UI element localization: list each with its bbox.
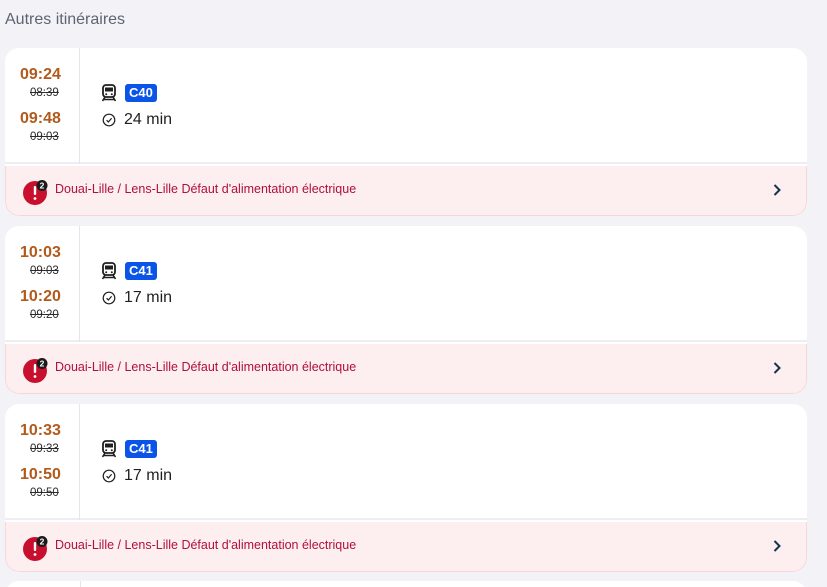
clock-icon	[102, 291, 116, 305]
itinerary-summary[interactable]: 10:03 09:03 10:20 09:20 C41 17 min	[5, 226, 807, 342]
duration-text: 24 min	[124, 111, 173, 128]
departure-actual-time: 10:03	[20, 244, 61, 261]
arrival-planned-time: 09:03	[30, 131, 59, 143]
arrival-planned-time: 09:50	[30, 487, 59, 499]
itinerary-summary[interactable]: 09:24 08:39 09:48 09:03 C40 24 min	[5, 48, 807, 164]
line-row: C40	[101, 84, 157, 102]
itinerary-card[interactable]: 09:24 08:39 09:48 09:03 C40 24 min 2 Dou…	[5, 48, 807, 216]
times-column-divider	[80, 581, 81, 587]
itinerary-summary[interactable]: 10:33 09:33 10:50 09:50 C41 17 min	[5, 404, 807, 520]
itinerary-card[interactable]: 10:33 09:33 10:50 09:50 C41 17 min 2 Dou…	[5, 404, 807, 572]
duration-text: 17 min	[124, 467, 173, 484]
arrival-actual-time: 09:48	[20, 110, 61, 127]
section-title: Autres itinéraires	[5, 11, 126, 28]
line-badge: C41	[125, 262, 157, 280]
duration-row: 17 min	[102, 467, 172, 485]
arrival-actual-time: 10:20	[20, 288, 61, 305]
alert-count: 2	[40, 181, 45, 191]
times-column: 09:24 08:39 09:48 09:03	[5, 48, 80, 164]
disruption-alert[interactable]: 2 Douai-Lille / Lens-Lille Défaut d'alim…	[5, 344, 807, 394]
line-row: C41	[101, 440, 157, 458]
times-column: 10:33 09:33 10:50 09:50	[5, 404, 80, 520]
departure-actual-time: 09:24	[20, 66, 61, 83]
train-icon	[101, 440, 117, 458]
departure-actual-time: 10:33	[20, 422, 61, 439]
duration-row: 17 min	[102, 289, 172, 307]
line-badge: C41	[125, 440, 157, 458]
alert-icon: 2	[23, 180, 48, 205]
alert-count: 2	[40, 359, 45, 369]
itinerary-card-partial[interactable]	[5, 581, 807, 587]
departure-planned-time: 08:39	[30, 87, 59, 99]
line-badge: C40	[125, 84, 157, 102]
arrival-actual-time: 10:50	[20, 466, 61, 483]
alert-text: Douai-Lille / Lens-Lille Défaut d'alimen…	[55, 182, 357, 196]
clock-icon	[102, 469, 116, 483]
duration-text: 17 min	[124, 289, 173, 306]
alert-count: 2	[40, 537, 45, 547]
train-icon	[101, 262, 117, 280]
departure-planned-time: 09:03	[30, 265, 59, 277]
train-icon	[101, 84, 117, 102]
disruption-alert[interactable]: 2 Douai-Lille / Lens-Lille Défaut d'alim…	[5, 166, 807, 216]
chevron-right-icon[interactable]	[772, 539, 782, 553]
itinerary-card[interactable]: 10:03 09:03 10:20 09:20 C41 17 min 2 Dou…	[5, 226, 807, 394]
alert-text: Douai-Lille / Lens-Lille Défaut d'alimen…	[55, 360, 357, 374]
alert-icon: 2	[23, 536, 48, 561]
duration-row: 24 min	[102, 111, 172, 129]
alert-text: Douai-Lille / Lens-Lille Défaut d'alimen…	[55, 538, 357, 552]
itineraries-page: Autres itinéraires 09:24 08:39 09:48 09:…	[0, 0, 827, 587]
clock-icon	[102, 113, 116, 127]
departure-planned-time: 09:33	[30, 443, 59, 455]
arrival-planned-time: 09:20	[30, 309, 59, 321]
alert-icon: 2	[23, 358, 48, 383]
disruption-alert[interactable]: 2 Douai-Lille / Lens-Lille Défaut d'alim…	[5, 522, 807, 572]
chevron-right-icon[interactable]	[772, 183, 782, 197]
chevron-right-icon[interactable]	[772, 361, 782, 375]
times-column: 10:03 09:03 10:20 09:20	[5, 226, 80, 342]
line-row: C41	[101, 262, 157, 280]
